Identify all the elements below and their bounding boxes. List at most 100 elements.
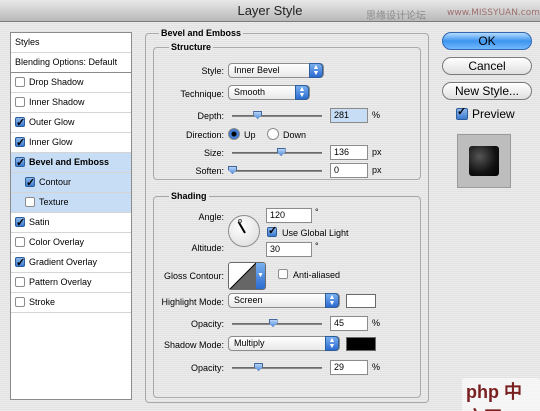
angle-dial[interactable] [228,215,260,247]
direction-up-radio[interactable] [228,128,240,140]
highlight-opacity-input[interactable]: 45 [330,316,368,331]
angle-dial-needle [237,221,246,234]
shadow-color-swatch[interactable] [346,337,376,351]
technique-select-value: Smooth [234,87,266,97]
gradient-overlay-checkbox[interactable] [15,254,25,273]
depth-input[interactable]: 281 [330,108,368,123]
depth-slider[interactable] [232,111,322,119]
new-style-button[interactable]: New Style... [442,82,532,100]
shadow-opacity-label: Opacity: [190,363,224,373]
depth-label: Depth: [197,111,224,121]
soften-input[interactable]: 0 [330,163,368,178]
anti-aliased-label: Anti-aliased [293,270,341,280]
style-item-label: Texture [39,197,69,207]
use-global-light-checkbox[interactable] [267,224,277,237]
style-item-styles[interactable]: Styles [11,33,131,53]
style-item-label: Gradient Overlay [29,257,98,267]
cancel-button[interactable]: Cancel [442,57,532,75]
style-item-label: Bevel and Emboss [29,157,110,167]
highlight-opacity-label: Opacity: [190,319,224,329]
shadow-mode-select[interactable]: Multiply ▲ ▼ [228,336,340,351]
color-overlay-checkbox[interactable] [15,237,25,247]
size-slider[interactable] [232,148,322,156]
shadow-opacity-slider[interactable] [232,363,322,371]
style-item-pattern-overlay[interactable]: Pattern Overlay [11,273,131,293]
highlight-opacity-unit: % [372,318,381,328]
style-item-blending-options-default[interactable]: Blending Options: Default [11,53,131,73]
style-item-texture[interactable]: Texture [11,193,131,213]
inner-shadow-checkbox[interactable] [15,97,25,107]
style-item-gradient-overlay[interactable]: Gradient Overlay [11,253,131,273]
style-item-satin[interactable]: Satin [11,213,131,233]
depth-unit: % [372,110,381,120]
angle-label: Angle: [198,212,224,222]
style-item-bevel-and-emboss[interactable]: Bevel and Emboss [11,153,131,173]
highlight-mode-value: Screen [234,295,263,305]
style-item-drop-shadow[interactable]: Drop Shadow [11,73,131,93]
preview-label: Preview [472,107,515,121]
stroke-checkbox[interactable] [15,297,25,307]
style-item-label: Blending Options: Default [15,57,118,67]
style-select-value: Inner Bevel [234,65,280,75]
altitude-label: Altitude: [191,243,224,253]
bevel-emboss-title: Bevel and Emboss [159,28,244,38]
select-arrows-icon: ▲ ▼ [295,85,309,100]
style-item-label: Outer Glow [29,117,75,127]
select-arrows-icon: ▲ ▼ [325,336,339,351]
size-unit: px [372,147,382,157]
highlight-mode-select[interactable]: Screen ▲ ▼ [228,293,340,308]
shadow-opacity-input[interactable]: 29 [330,360,368,375]
style-select[interactable]: Inner Bevel ▲ ▼ [228,63,324,78]
style-item-label: Inner Glow [29,137,73,147]
use-global-light-label: Use Global Light [282,228,349,238]
direction-down-label: Down [283,130,307,140]
shading-title: Shading [169,191,209,201]
ok-button[interactable]: OK [442,32,532,50]
drop-shadow-checkbox[interactable] [15,77,25,87]
outer-glow-checkbox[interactable] [15,114,25,133]
gloss-contour-picker[interactable]: ▼ [228,262,266,290]
angle-unit: ° [315,207,319,217]
contour-checkbox[interactable] [25,174,35,193]
technique-select[interactable]: Smooth ▲ ▼ [228,85,310,100]
technique-label: Technique: [180,89,224,99]
preview-checkbox[interactable] [456,105,468,120]
soften-unit: px [372,165,382,175]
soften-slider[interactable] [228,166,322,174]
gloss-contour-label: Gloss Contour: [163,271,224,281]
select-arrows-icon: ▲ ▼ [325,293,339,308]
highlight-mode-label: Highlight Mode: [161,297,224,307]
size-label: Size: [203,148,224,158]
style-item-inner-glow[interactable]: Inner Glow [11,133,131,153]
anti-aliased-checkbox[interactable] [278,269,288,279]
shadow-opacity-unit: % [372,362,381,372]
watermark-text: 思缘设计论坛 [366,11,426,22]
size-input[interactable]: 136 [330,145,368,160]
style-item-stroke[interactable]: Stroke [11,293,131,313]
style-item-inner-shadow[interactable]: Inner Shadow [11,93,131,113]
structure-title: Structure [169,42,214,52]
style-item-outer-glow[interactable]: Outer Glow [11,113,131,133]
altitude-unit: ° [315,241,319,251]
style-item-contour[interactable]: Contour [11,173,131,193]
highlight-opacity-slider[interactable] [232,319,322,327]
satin-checkbox[interactable] [15,214,25,233]
shadow-mode-value: Multiply [234,338,265,348]
altitude-input[interactable]: 30 [266,242,312,257]
direction-down-radio[interactable] [267,128,279,140]
angle-input[interactable]: 120 [266,208,312,223]
highlight-color-swatch[interactable] [346,294,376,308]
style-item-label: Color Overlay [29,237,85,247]
shadow-mode-label: Shadow Mode: [163,340,224,350]
style-item-label: Inner Shadow [29,97,85,107]
preview-swatch-image [469,146,499,176]
inner-glow-checkbox[interactable] [15,134,25,153]
texture-checkbox[interactable] [25,197,35,207]
style-item-color-overlay[interactable]: Color Overlay [11,233,131,253]
pattern-overlay-checkbox[interactable] [15,277,25,287]
styles-list: Styles Blending Options: Default Drop Shad… [10,32,132,400]
bevel-and-emboss-checkbox[interactable] [15,154,25,173]
style-item-label: Satin [29,217,50,227]
soften-label: Soften: [195,166,224,176]
contour-curve-icon [229,263,257,289]
